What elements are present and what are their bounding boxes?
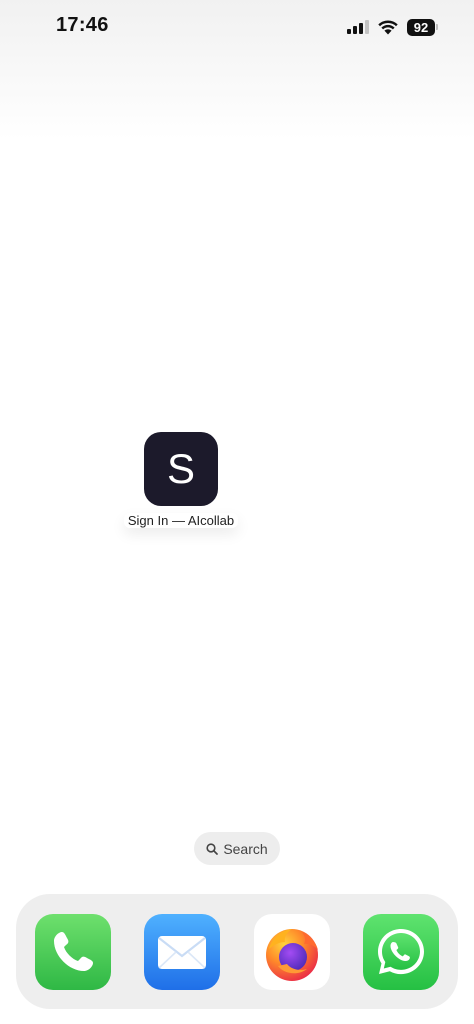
battery-tip <box>436 24 438 30</box>
status-time: 17:46 <box>56 14 109 36</box>
battery-level: 92 <box>407 18 435 36</box>
app-sign-in-aicollab[interactable]: S Sign In — AIcollab <box>120 432 242 528</box>
search-label: Search <box>223 840 268 857</box>
battery-icon: 92 <box>407 18 438 36</box>
mail-icon <box>144 914 220 990</box>
dock <box>16 894 458 1009</box>
dock-app-firefox[interactable] <box>254 914 330 990</box>
dock-app-mail[interactable] <box>144 914 220 990</box>
phone-icon <box>35 914 111 990</box>
dock-app-whatsapp[interactable] <box>363 914 439 990</box>
app-icon-letter: S <box>166 445 195 492</box>
app-icon[interactable]: S <box>144 432 218 506</box>
whatsapp-icon <box>363 914 439 990</box>
wifi-icon <box>378 20 398 35</box>
status-bar: 17:46 92 <box>0 0 474 54</box>
status-icons: 92 <box>347 17 438 37</box>
dock-app-phone[interactable] <box>35 914 111 990</box>
cellular-signal-icon <box>347 20 369 34</box>
app-label: Sign In — AIcollab <box>124 513 238 528</box>
firefox-icon <box>254 914 330 990</box>
magnifier-icon <box>206 842 219 855</box>
spotlight-search-button[interactable]: Search <box>194 832 280 865</box>
